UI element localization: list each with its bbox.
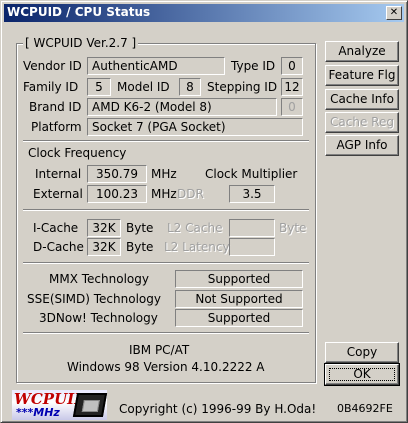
- close-icon[interactable]: ✕: [386, 6, 402, 20]
- l2-latency-label: L2 Latency: [164, 240, 230, 254]
- internal-clock-label: Internal: [35, 167, 82, 181]
- focus-rect: [329, 368, 395, 381]
- icache-label: I-Cache: [33, 221, 79, 235]
- separator: [23, 140, 309, 142]
- analyze-button[interactable]: Analyze: [325, 41, 399, 62]
- feature-label-sse: SSE(SIMD) Technology: [27, 292, 161, 306]
- cpu-chip-icon: [72, 393, 108, 417]
- clock-multiplier-field: 3.5: [229, 185, 275, 203]
- family-id-label: Family ID: [23, 80, 79, 94]
- internal-clock-unit: MHz: [151, 167, 177, 181]
- wcpuid-logo: WCPUID ***MHz: [12, 390, 108, 420]
- feature-flg-button[interactable]: Feature Flg: [325, 65, 399, 86]
- icache-unit: Byte: [126, 221, 154, 235]
- vendor-id-field: AuthenticAMD: [87, 57, 225, 75]
- title-bar[interactable]: WCPUID / CPU Status ✕: [4, 4, 404, 22]
- feature-label-mmx: MMX Technology: [49, 272, 149, 286]
- clock-multiplier-label: Clock Multiplier: [205, 167, 298, 181]
- group-title: [ WCPUID Ver.2.7 ]: [23, 36, 139, 50]
- wcpuid-window: WCPUID / CPU Status ✕ [ WCPUID Ver.2.7 ]…: [0, 0, 408, 423]
- logo-subtext: ***MHz: [16, 406, 60, 419]
- ok-button[interactable]: OK: [324, 363, 400, 386]
- machine-type: IBM PC/AT: [129, 343, 190, 357]
- brand-id-index-field: 0: [281, 98, 303, 116]
- checksum-code: 0B4692FE: [337, 402, 393, 415]
- family-id-field: 5: [87, 78, 111, 96]
- brand-id-field: AMD K6-2 (Model 8): [87, 98, 277, 116]
- vendor-id-label: Vendor ID: [23, 59, 82, 73]
- stepping-id-label: Stepping ID: [207, 80, 278, 94]
- l2-latency-field: [229, 238, 275, 256]
- internal-clock-field: 350.79: [87, 165, 147, 183]
- dcache-unit: Byte: [126, 240, 154, 254]
- external-clock-field: 100.23: [87, 185, 147, 203]
- icache-field: 32K: [87, 219, 121, 237]
- cache-info-button[interactable]: Cache Info: [325, 89, 399, 110]
- platform-label: Platform: [31, 120, 82, 134]
- copy-button[interactable]: Copy: [325, 342, 399, 363]
- external-clock-label: External: [33, 187, 83, 201]
- type-id-field: 0: [281, 57, 303, 75]
- os-version: Windows 98 Version 4.10.2222 A: [67, 360, 265, 374]
- dcache-label: D-Cache: [33, 240, 84, 254]
- window-title: WCPUID / CPU Status: [7, 5, 151, 19]
- type-id-label: Type ID: [231, 59, 276, 73]
- separator: [23, 262, 309, 264]
- external-clock-unit: MHz: [151, 187, 177, 201]
- l2-cache-label: L2 Cache: [167, 221, 223, 235]
- clock-frequency-heading: Clock Frequency: [28, 146, 127, 160]
- copyright-text: Copyright (c) 1996-99 By H.Oda!: [119, 402, 317, 416]
- separator: [23, 209, 309, 211]
- ddr-label: DDR: [177, 187, 204, 201]
- stepping-id-field: 12: [281, 78, 303, 96]
- platform-field: Socket 7 (PGA Socket): [87, 118, 303, 136]
- feature-value-sse: Not Supported: [175, 290, 303, 308]
- feature-label-3dnow: 3DNow! Technology: [39, 311, 158, 325]
- agp-info-button[interactable]: AGP Info: [325, 135, 399, 156]
- model-id-field: 8: [179, 78, 201, 96]
- l2-cache-unit: Byte: [279, 221, 307, 235]
- l2-cache-field: [229, 219, 275, 237]
- separator: [23, 332, 309, 334]
- brand-id-label: Brand ID: [29, 100, 82, 114]
- cache-reg-button[interactable]: Cache Reg: [325, 112, 399, 133]
- dcache-field: 32K: [87, 238, 121, 256]
- feature-value-3dnow: Supported: [175, 309, 303, 327]
- feature-value-mmx: Supported: [175, 270, 303, 288]
- model-id-label: Model ID: [117, 80, 170, 94]
